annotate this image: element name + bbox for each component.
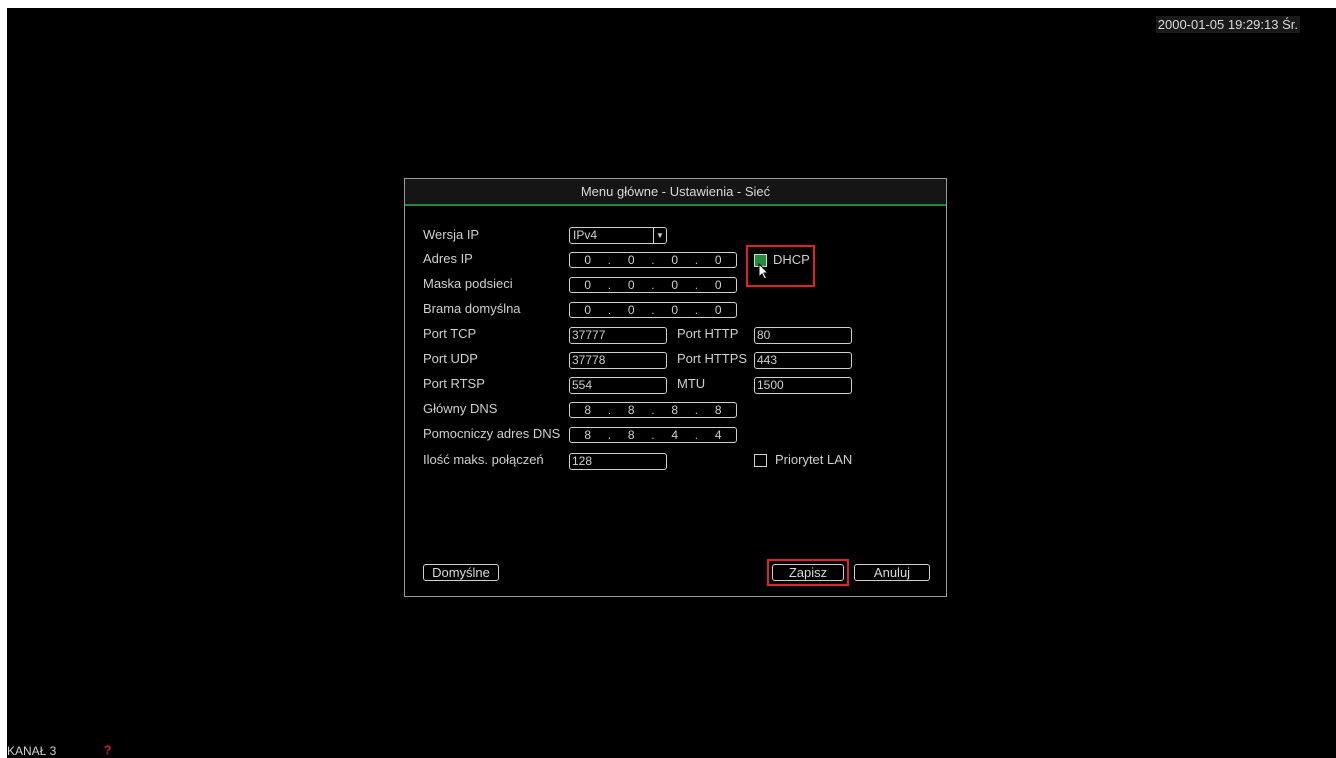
tcp-port-label: Port TCP [423,326,477,341]
datetime-display: 2000-01-05 19:29:13 Śr. [1155,16,1300,33]
ip-octet: 8 [584,403,592,417]
https-port-input[interactable]: 443 [754,352,852,369]
ip-octet: 8 [671,403,679,417]
lan-priority-label: Priorytet LAN [775,452,853,467]
ip-address-label: Adres IP [423,251,473,266]
ip-octet: 0 [671,253,679,267]
gateway-label: Brama domyślna [423,301,521,316]
alert-icon: ? [104,743,112,757]
ip-address-input[interactable]: 0. 0. 0. 0 [569,252,737,268]
mtu-label: MTU [677,376,706,391]
ip-octet: 4 [714,428,722,442]
ip-octet: 8 [627,428,635,442]
secondary-dns-input[interactable]: 8. 8. 4. 4 [569,427,737,443]
dhcp-label: DHCP [773,252,810,267]
rtsp-port-input[interactable]: 554 [569,377,667,394]
ip-octet: 0 [714,278,722,292]
subnet-mask-input[interactable]: 0. 0. 0. 0 [569,277,737,293]
tcp-port-input[interactable]: 37777 [569,327,667,344]
mtu-input[interactable]: 1500 [754,377,852,394]
channel-label: KANAŁ 3 [7,744,57,758]
ip-version-value: IPv4 [573,228,598,242]
ip-octet: 0 [671,303,679,317]
ip-octet: 0 [627,303,635,317]
max-connections-input[interactable]: 128 [569,453,667,470]
udp-port-input[interactable]: 37778 [569,352,667,369]
gateway-input[interactable]: 0. 0. 0. 0 [569,302,737,318]
udp-port-label: Port UDP [423,351,478,366]
dialog-title: Menu główne - Ustawienia - Sieć [405,179,946,206]
ip-octet: 0 [584,303,592,317]
max-connections-label: Ilość maks. połączeń [423,452,544,467]
ip-octet: 4 [671,428,679,442]
default-button[interactable]: Domyślne [423,564,499,581]
save-button[interactable]: Zapisz [772,564,844,581]
ip-octet: 0 [627,253,635,267]
secondary-dns-label: Pomocniczy adres DNS [423,426,561,441]
ip-octet: 8 [627,403,635,417]
cancel-button[interactable]: Anuluj [854,564,930,581]
http-port-input[interactable]: 80 [754,327,852,344]
ip-version-select[interactable]: IPv4 ▼ [569,227,667,244]
ip-octet: 0 [627,278,635,292]
chevron-down-icon[interactable]: ▼ [653,228,666,243]
ip-version-label: Wersja IP [423,227,480,242]
ip-octet: 0 [714,303,722,317]
http-port-label: Port HTTP [677,326,739,341]
https-port-label: Port HTTPS [677,351,748,366]
subnet-mask-label: Maska podsieci [423,276,513,291]
ip-octet: 0 [584,278,592,292]
network-settings-dialog: Menu główne - Ustawienia - Sieć Wersja I… [404,178,947,597]
ip-octet: 8 [584,428,592,442]
mouse-cursor-icon [758,263,770,280]
ip-octet: 0 [584,253,592,267]
ip-octet: 0 [671,278,679,292]
dvr-screen: 2000-01-05 19:29:13 Śr. Menu główne - Us… [7,8,1336,758]
primary-dns-label: Główny DNS [423,401,498,416]
ip-octet: 8 [714,403,722,417]
lan-priority-checkbox[interactable] [754,454,767,467]
primary-dns-input[interactable]: 8. 8. 8. 8 [569,402,737,418]
rtsp-port-label: Port RTSP [423,376,485,391]
ip-octet: 0 [714,253,722,267]
